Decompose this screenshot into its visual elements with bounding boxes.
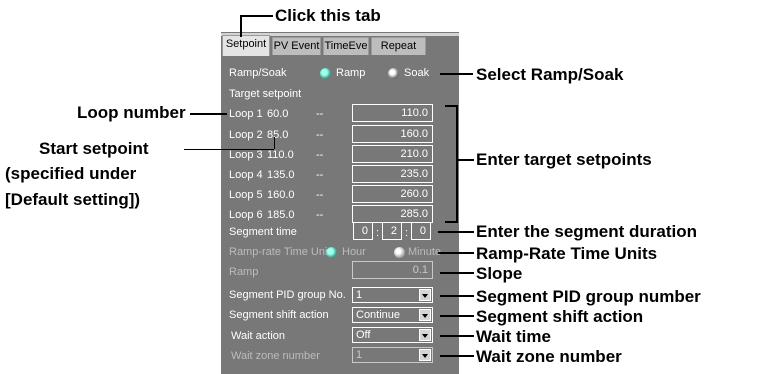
ramp-radio[interactable] — [320, 68, 331, 79]
loop-start: 85.0 — [267, 129, 289, 141]
shift-action-select[interactable]: Continue — [352, 307, 433, 323]
tab-pv-event[interactable]: PV Event — [272, 37, 321, 55]
leader-line — [440, 315, 474, 317]
soak-radio[interactable] — [388, 68, 399, 79]
callout-ramp-rate-units: Ramp-Rate Time Units — [476, 244, 658, 263]
callout-shift-action: Segment shift action — [476, 307, 644, 326]
callout-start-setpoint-note: (specified under — [5, 164, 137, 183]
leader-line — [440, 295, 474, 297]
leader-line — [240, 15, 273, 17]
loop-dash: -- — [316, 189, 324, 201]
callout-enter-targets: Enter target setpoints — [476, 150, 652, 169]
loop-start: 185.0 — [267, 209, 295, 221]
tab-strip-filler — [428, 40, 459, 55]
wait-action-label: Wait action — [231, 330, 286, 342]
target-input-loop3[interactable]: 210.0 — [352, 145, 433, 163]
ramp-rate-unit-label: Ramp-rate Time Unit — [229, 246, 331, 258]
leader-line — [240, 15, 242, 37]
target-setpoint-label: Target setpoint — [229, 88, 302, 100]
loop-name: Loop 4 — [229, 169, 263, 181]
loop-dash: -- — [316, 108, 324, 120]
segment-time-label: Segment time — [229, 226, 297, 238]
leader-line — [440, 335, 474, 337]
time-colon: : — [405, 227, 409, 239]
tab-time-event[interactable]: TimeEve — [323, 37, 369, 55]
chevron-down-icon[interactable] — [419, 329, 431, 341]
callout-loop-number: Loop number — [77, 103, 186, 122]
loop-dash: -- — [316, 209, 324, 221]
callout-slope: Slope — [476, 264, 523, 283]
loop-start: 60.0 — [267, 108, 289, 120]
segment-time-minutes[interactable]: 2 — [382, 222, 402, 240]
leader-line — [440, 272, 474, 274]
wait-zone-label: Wait zone number — [231, 350, 320, 362]
callout-select-ramp-soak: Select Ramp/Soak — [476, 65, 624, 84]
loop-dash: -- — [316, 169, 324, 181]
loop-start: 160.0 — [267, 189, 295, 201]
leader-line — [457, 159, 474, 161]
chevron-down-icon[interactable] — [419, 289, 431, 301]
loop-name: Loop 1 — [229, 108, 263, 120]
chevron-down-icon[interactable] — [419, 309, 431, 321]
leader-line — [274, 137, 275, 149]
minute-option-label: Minute — [408, 246, 442, 258]
leader-line — [190, 113, 227, 115]
time-colon: : — [376, 227, 380, 239]
bracket-line — [445, 221, 457, 223]
shift-action-value: Continue — [356, 309, 401, 321]
loop-name: Loop 5 — [229, 189, 263, 201]
ramp-slope-input[interactable]: 0.1 — [352, 261, 433, 279]
loop-start: 135.0 — [267, 169, 295, 181]
leader-line — [184, 149, 274, 150]
segment-time-seconds[interactable]: 0 — [411, 222, 431, 240]
bracket-line — [456, 105, 458, 223]
target-input-loop5[interactable]: 260.0 — [352, 185, 433, 203]
callout-wait-zone: Wait zone number — [476, 347, 622, 366]
loop-name: Loop 2 — [229, 129, 263, 141]
wait-zone-value: 1 — [356, 349, 363, 361]
callout-segment-duration: Enter the segment duration — [476, 222, 698, 241]
leader-line — [440, 355, 474, 357]
pid-group-label: Segment PID group No. — [229, 289, 346, 301]
callout-start-setpoint: Start setpoint — [39, 139, 149, 158]
hour-option-label: Hour — [342, 246, 366, 258]
soak-option-label: Soak — [404, 67, 430, 79]
ramp-option-label: Ramp — [336, 67, 366, 79]
segment-time-hours[interactable]: 0 — [353, 222, 373, 240]
callout-pid-group: Segment PID group number — [476, 287, 701, 306]
pid-group-select[interactable]: 1 — [352, 287, 433, 303]
shift-action-label: Segment shift action — [229, 309, 329, 321]
chevron-down-icon[interactable] — [419, 349, 431, 361]
loop-start: 110.0 — [267, 149, 294, 161]
leader-line — [438, 231, 474, 233]
loop-name: Loop 3 — [229, 149, 263, 161]
loop-dash: -- — [316, 149, 324, 161]
callout-click-tab: Click this tab — [275, 6, 381, 25]
tab-repeat[interactable]: Repeat — [371, 37, 426, 55]
pid-group-value: 1 — [356, 289, 363, 301]
minute-radio[interactable] — [394, 247, 405, 258]
wait-action-value: Off — [356, 329, 371, 341]
target-input-loop6[interactable]: 285.0 — [352, 205, 433, 223]
hour-radio[interactable] — [326, 247, 337, 258]
callout-start-setpoint-note: [Default setting]) — [5, 190, 141, 209]
callout-wait-time: Wait time — [476, 327, 551, 346]
wait-action-select[interactable]: Off — [352, 327, 433, 343]
target-input-loop4[interactable]: 235.0 — [352, 165, 433, 183]
ramp-soak-label: Ramp/Soak — [229, 67, 287, 79]
ramp-label: Ramp — [229, 266, 259, 278]
target-input-loop2[interactable]: 160.0 — [352, 125, 433, 143]
leader-line — [438, 252, 474, 254]
leader-line — [440, 73, 473, 75]
loop-name: Loop 6 — [229, 209, 263, 221]
wait-zone-select[interactable]: 1 — [352, 347, 433, 363]
tab-setpoint[interactable]: Setpoint — [222, 35, 270, 56]
loop-dash: -- — [316, 129, 324, 141]
target-input-loop1[interactable]: 110.0 — [352, 104, 433, 122]
